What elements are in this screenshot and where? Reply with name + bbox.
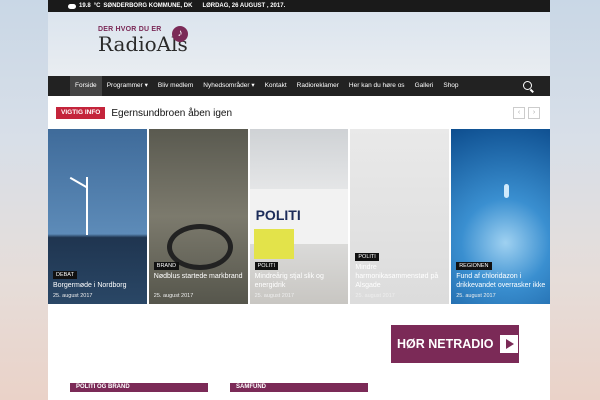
- police-stripe: [253, 229, 294, 259]
- ticker-headline[interactable]: Egernsundbroen åben igen: [111, 108, 232, 119]
- nav-item-bliv-medlem[interactable]: Bliv medlem: [153, 76, 198, 96]
- nav-item-galleri[interactable]: Galleri: [410, 76, 439, 96]
- featured-tile[interactable]: POLITI Mindre harmonikasammenstød på Als…: [350, 129, 450, 304]
- nav-item-her-kan-du-hore-os[interactable]: Her kan du høre os: [344, 76, 410, 96]
- tile-category[interactable]: POLITI: [355, 253, 379, 261]
- ticker-next-button[interactable]: ›: [528, 107, 540, 119]
- tile-title[interactable]: Mindreårig stjal slik og energidrik: [255, 272, 345, 290]
- water-drop-image: [504, 184, 510, 198]
- tile-date: 25. august 2017: [153, 293, 194, 299]
- police-car-text: POLITI: [255, 207, 301, 223]
- weather: 19.8 °C SØNDERBORG KOMMUNE, DK: [68, 3, 192, 9]
- tile-date: 25. august 2017: [53, 293, 93, 299]
- news-ticker: VIGTIG INFO Egernsundbroen åben igen ‹ ›: [56, 105, 546, 121]
- page: 19.8 °C SØNDERBORG KOMMUNE, DK LØRDAG, 2…: [48, 0, 550, 400]
- tile-category[interactable]: POLITI: [254, 262, 279, 270]
- tile-title[interactable]: Mindre harmonikasammenstød på Alsgade: [355, 263, 445, 290]
- current-date: LØRDAG, 26 AUGUST , 2017.: [202, 3, 286, 9]
- tile-title[interactable]: Nødblus startede markbrand: [154, 272, 244, 281]
- nav-item-forside[interactable]: Forside: [70, 76, 102, 96]
- featured-tile[interactable]: POLITI POLITI Mindreårig stjal slik og e…: [249, 129, 349, 304]
- ticker-prev-button[interactable]: ‹: [513, 107, 525, 119]
- header: DER HVOR DU ER RadioAls ♪: [48, 12, 550, 76]
- site-logo[interactable]: DER HVOR DU ER RadioAls ♪: [98, 26, 198, 66]
- tile-category[interactable]: REGIONEN: [456, 262, 492, 270]
- netradio-label: HØR NETRADIO: [397, 337, 494, 351]
- music-note-icon: ♪: [172, 26, 188, 42]
- section-heading[interactable]: POLITI OG BRAND: [70, 383, 208, 392]
- nav-item-radioreklamer[interactable]: Radioreklamer: [292, 76, 344, 96]
- nav-item-programmer[interactable]: Programmer ▾: [102, 76, 153, 96]
- location: SØNDERBORG KOMMUNE, DK: [103, 3, 193, 9]
- featured-grid: DEBAT Borgermøde i Nordborg 25. august 2…: [48, 129, 550, 304]
- temperature-unit: °C: [93, 3, 101, 9]
- tile-category[interactable]: DEBAT: [53, 271, 77, 279]
- main-nav: Forside Programmer ▾ Bliv medlem Nyhedso…: [48, 76, 550, 96]
- ticker-controls: ‹ ›: [513, 107, 540, 119]
- play-icon[interactable]: [499, 335, 518, 353]
- nav-item-kontakt[interactable]: Kontakt: [260, 76, 292, 96]
- featured-tile[interactable]: REGIONEN Fund af chloridazon i drikkevan…: [451, 129, 550, 304]
- tile-date: 25. august 2017: [254, 293, 295, 299]
- featured-tile[interactable]: BRAND Nødblus startede markbrand 25. aug…: [148, 129, 248, 304]
- netradio-banner[interactable]: HØR NETRADIO: [391, 325, 519, 363]
- tile-date: 25. august 2017: [456, 293, 496, 299]
- ticker-badge: VIGTIG INFO: [56, 107, 106, 119]
- nav-item-nyhedsomrader[interactable]: Nyhedsområder ▾: [198, 76, 259, 96]
- featured-tile[interactable]: DEBAT Borgermøde i Nordborg 25. august 2…: [48, 129, 147, 304]
- cloud-icon: [68, 3, 76, 9]
- top-bar: 19.8 °C SØNDERBORG KOMMUNE, DK LØRDAG, 2…: [48, 0, 550, 12]
- tile-category[interactable]: BRAND: [153, 262, 180, 270]
- tile-title[interactable]: Borgermøde i Nordborg: [53, 281, 143, 290]
- nav-item-shop[interactable]: Shop: [438, 76, 463, 96]
- section-heading[interactable]: SAMFUND: [230, 383, 368, 392]
- search-icon[interactable]: [523, 81, 532, 90]
- tile-title[interactable]: Fund af chloridazon i drikkevandet overr…: [456, 272, 546, 290]
- tile-date: 25. august 2017: [355, 293, 395, 299]
- temperature: 19.8: [79, 3, 91, 9]
